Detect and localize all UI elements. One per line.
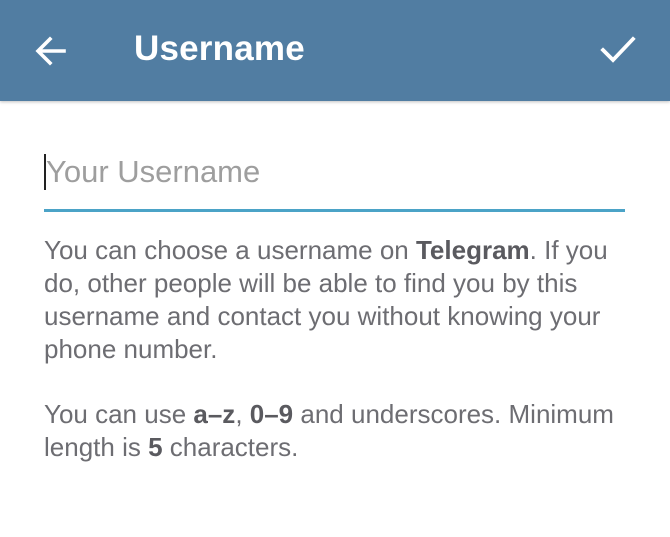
username-screen: Username You can choose a username on Te… [0, 0, 670, 537]
username-field [44, 146, 627, 212]
back-button[interactable] [22, 22, 80, 80]
help-paragraph-rules: You can use a–z, 0–9 and underscores. Mi… [44, 399, 614, 462]
arrow-left-icon [35, 36, 66, 66]
help-paragraph-description: You can choose a username on Telegram. I… [44, 235, 608, 364]
done-button[interactable] [588, 20, 648, 80]
digits-range: 0–9 [249, 399, 294, 429]
letters-range: a–z [193, 399, 236, 429]
app-name: Telegram [415, 235, 530, 265]
page-title: Username [134, 29, 305, 68]
action-bar: Username [0, 0, 670, 101]
checkmark-icon [600, 36, 636, 63]
username-input[interactable] [44, 146, 627, 198]
min-length: 5 [148, 432, 163, 462]
help-text: You can choose a username on Telegram. I… [44, 234, 644, 464]
